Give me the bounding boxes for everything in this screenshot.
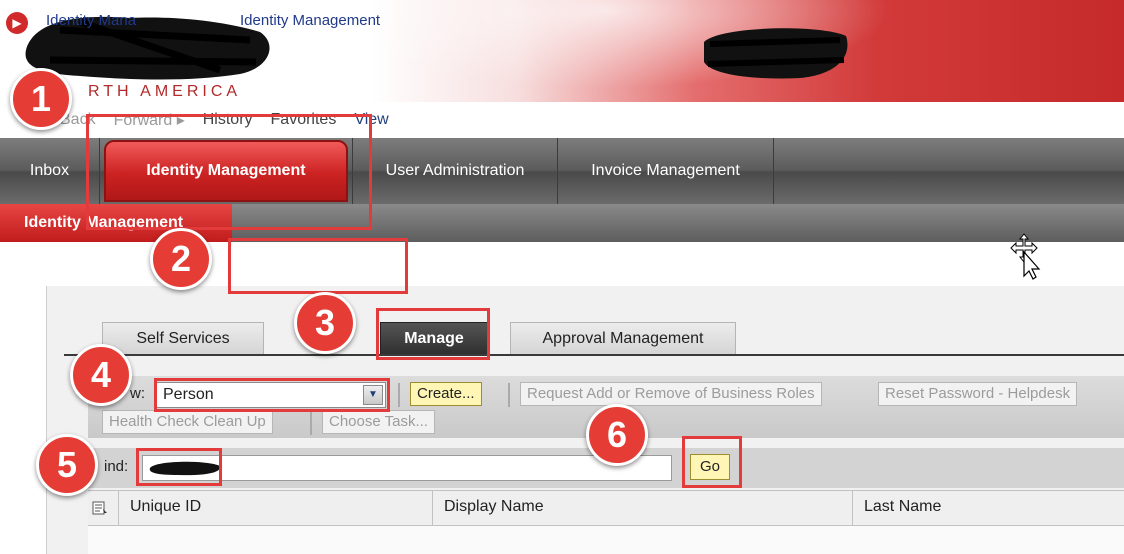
toolbar-separator	[310, 411, 312, 435]
view-label: w:	[130, 385, 145, 402]
tab-underline	[64, 354, 1124, 356]
breadcrumb-arrow-icon[interactable]: ▶	[6, 12, 28, 34]
tab-invoice-management[interactable]: Invoice Management	[558, 138, 774, 204]
nav-history[interactable]: History	[203, 111, 253, 129]
column-header-last-name[interactable]: Last Name	[864, 498, 941, 516]
brand-text: RTH AMERICA	[88, 83, 242, 100]
header-redaction	[704, 28, 848, 79]
choose-task-button[interactable]: Choose Task...	[322, 410, 435, 434]
health-check-button[interactable]: Health Check Clean Up	[102, 410, 273, 434]
tab-manage[interactable]: Manage	[380, 322, 488, 356]
table-header	[88, 490, 1124, 526]
step-badge-4: 4	[70, 344, 132, 406]
column-header-unique-id[interactable]: Unique ID	[130, 498, 201, 516]
top-level-tabs: Inbox Identity Management User Administr…	[0, 138, 1124, 204]
find-redaction	[149, 461, 221, 476]
step-badge-5: 5	[36, 434, 98, 496]
view-select[interactable]: Person ▼	[156, 382, 386, 408]
column-header-display-name[interactable]: Display Name	[444, 498, 544, 516]
toolbar-separator	[508, 383, 510, 407]
request-roles-button[interactable]: Request Add or Remove of Business Roles	[520, 382, 822, 406]
toolbar-separator	[398, 383, 400, 407]
tab-self-services[interactable]: Self Services	[102, 322, 264, 356]
tab-approval-management[interactable]: Approval Management	[510, 322, 736, 356]
header-highlight	[380, 0, 940, 102]
breadcrumb-item-current[interactable]: Identity Management	[240, 12, 380, 29]
view-select-value: Person	[163, 386, 214, 403]
step-badge-1: 1	[10, 68, 72, 130]
tab-user-administration[interactable]: User Administration	[352, 138, 558, 204]
tab-identity-management[interactable]: Identity Management	[104, 140, 348, 202]
step-badge-2: 2	[150, 228, 212, 290]
create-button[interactable]: Create...	[410, 382, 482, 406]
move-cursor-icon	[1010, 233, 1041, 280]
row-selection-icon[interactable]	[92, 500, 108, 516]
nav-favorites[interactable]: Favorites	[271, 111, 337, 129]
step-badge-3: 3	[294, 292, 356, 354]
table-body	[88, 526, 1124, 554]
reset-password-button[interactable]: Reset Password - Helpdesk	[878, 382, 1078, 406]
tab-inbox[interactable]: Inbox	[0, 138, 100, 204]
step-badge-6: 6	[586, 404, 648, 466]
navigation-bar: Back Forward ▸ History Favorites View	[0, 102, 1124, 138]
find-label: ind:	[104, 458, 129, 475]
breadcrumb-item-first[interactable]: Identity Mana	[46, 12, 136, 29]
go-button[interactable]: Go	[690, 454, 730, 480]
chevron-down-icon[interactable]: ▼	[363, 385, 383, 405]
nav-view[interactable]: View	[354, 111, 388, 129]
nav-forward[interactable]: Forward ▸	[114, 110, 185, 130]
